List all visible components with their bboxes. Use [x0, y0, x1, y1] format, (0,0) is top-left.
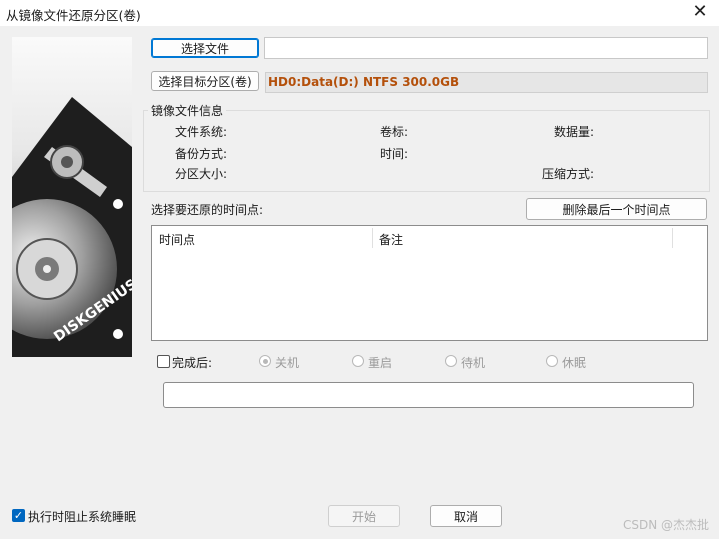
hibernate-radio[interactable] [546, 355, 558, 367]
title-bar: 从镜像文件还原分区(卷) ✕ [0, 0, 719, 26]
backup-method-label: 备份方式: [175, 147, 228, 161]
prevent-sleep-label: 执行时阻止系统睡眠 [28, 510, 137, 524]
shutdown-label: 关机 [275, 356, 300, 370]
restore-point-table[interactable]: 时间点 备注 [151, 225, 708, 341]
restore-point-label: 选择要还原的时间点: [151, 203, 264, 217]
select-target-partition-button[interactable]: 选择目标分区(卷) [151, 71, 259, 91]
data-size-label: 数据量: [554, 125, 595, 139]
cancel-button[interactable]: 取消 [430, 505, 502, 527]
time-label: 时间: [380, 147, 409, 161]
compression-label: 压缩方式: [542, 167, 595, 181]
volume-label-label: 卷标: [380, 125, 409, 139]
prevent-sleep-checkbox[interactable]: ✓ [12, 509, 25, 522]
after-completion-checkbox[interactable] [157, 355, 170, 368]
column-header-note[interactable]: 备注 [379, 231, 403, 248]
csdn-watermark: CSDN @杰杰批 [622, 518, 709, 532]
target-partition-field: HD0:Data(D:) NTFS 300.0GB [265, 72, 708, 93]
image-file-path-field[interactable] [264, 37, 708, 59]
image-info-title: 镜像文件信息 [148, 102, 227, 119]
diskgenius-logo-image: DISKGENIUS [0, 37, 140, 357]
shutdown-radio[interactable] [259, 355, 271, 367]
partition-size-label: 分区大小: [175, 167, 228, 181]
filesystem-label: 文件系统: [175, 125, 228, 139]
progress-bar [163, 382, 694, 408]
after-completion-label: 完成后: [172, 356, 213, 370]
standby-radio[interactable] [445, 355, 457, 367]
close-icon[interactable]: ✕ [691, 3, 709, 21]
standby-label: 待机 [461, 356, 486, 370]
hibernate-label: 休眠 [562, 356, 587, 370]
image-info-group [143, 110, 710, 192]
start-button[interactable]: 开始 [328, 505, 400, 527]
column-header-time-point[interactable]: 时间点 [159, 231, 195, 248]
restore-dialog: 从镜像文件还原分区(卷) ✕ DISKGENIUS 选择文件 选择目标分区(卷)… [0, 0, 719, 539]
column-divider[interactable] [372, 228, 373, 248]
restart-label: 重启 [368, 356, 393, 370]
restart-radio[interactable] [352, 355, 364, 367]
window-title: 从镜像文件还原分区(卷) [6, 8, 141, 23]
select-file-button[interactable]: 选择文件 [151, 38, 259, 58]
delete-last-point-button[interactable]: 删除最后一个时间点 [526, 198, 707, 220]
column-divider[interactable] [672, 228, 673, 248]
